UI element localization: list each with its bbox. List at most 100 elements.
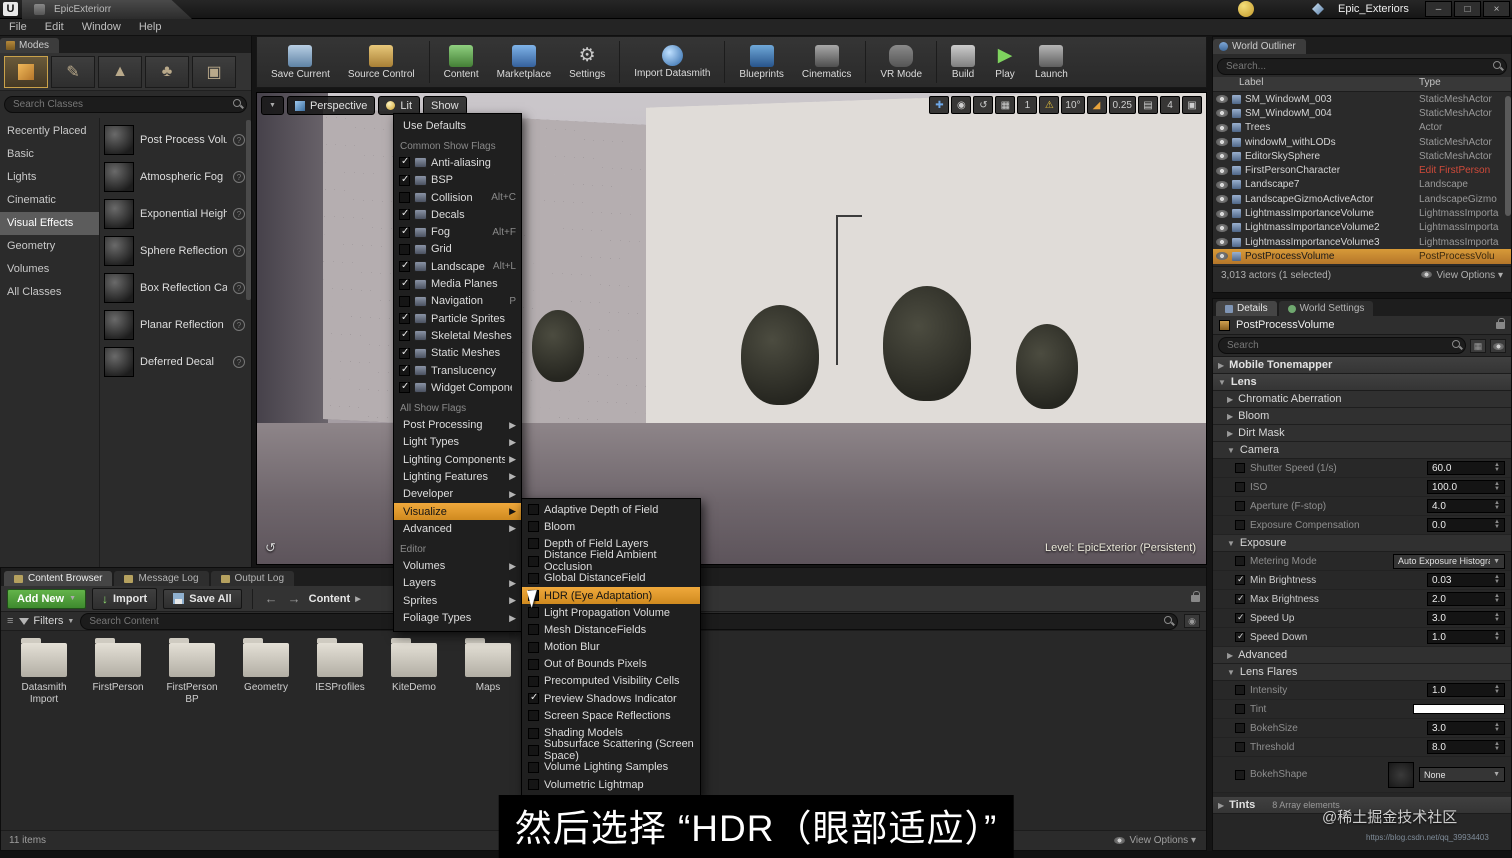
checkbox[interactable] [399,227,410,238]
show-flag-item[interactable]: Skeletal Meshes [394,327,521,344]
override-checkbox[interactable] [1235,575,1245,585]
visualize-flag-item[interactable]: Preview Shadows Indicator [522,690,700,707]
visualize-flag-item[interactable]: Motion Blur [522,639,700,656]
editor-flag-submenu[interactable]: Volumes ▶ [394,558,521,575]
maximize-restore-icon[interactable]: ▣ [1182,96,1202,114]
outliner-row[interactable]: SM_WindowM_003 StaticMeshActor [1213,92,1511,106]
visibility-eye-icon[interactable] [1216,138,1228,146]
show-flag-item[interactable]: Widget Components [394,379,521,396]
show-flag-item[interactable]: Decals [394,206,521,223]
subsection-exposure[interactable]: ▼Exposure [1213,535,1511,552]
override-checkbox[interactable] [1235,632,1245,642]
editor-flag-submenu[interactable]: Layers ▶ [394,575,521,592]
import-button[interactable]: ↓Import [92,588,157,610]
show-flag-submenu[interactable]: Lighting Components ▶ [394,451,521,468]
details-search-input[interactable] [1218,337,1466,354]
checkbox[interactable] [528,710,539,721]
category-item[interactable]: Geometry [0,235,99,258]
outliner-row[interactable]: LightmassImportanceVolume LightmassImpor… [1213,206,1511,220]
grid-snap-value[interactable]: 1 [1017,96,1037,114]
menu-item[interactable]: Edit [36,21,73,33]
show-flag-item[interactable]: Grid [394,241,521,258]
maximize-button[interactable]: □ [1454,1,1481,17]
number-input[interactable]: 8.0▲▼ [1427,740,1505,754]
visibility-eye-icon[interactable] [1216,152,1228,160]
tint-color-swatch[interactable] [1413,704,1505,714]
category-item[interactable]: Volumes [0,258,99,281]
checkbox[interactable] [528,762,539,773]
override-checkbox[interactable] [1235,770,1245,780]
lock-icon[interactable] [1496,322,1505,329]
bottom-panel-tab[interactable]: Content Browser [4,571,112,586]
minimize-button[interactable]: – [1425,1,1452,17]
show-flag-item[interactable]: Static Meshes [394,345,521,362]
override-checkbox[interactable] [1235,723,1245,733]
visualize-flag-item[interactable]: Distance Field Ambient Occlusion [522,553,700,570]
checkbox[interactable] [399,279,410,290]
number-input[interactable]: 3.0▲▼ [1427,611,1505,625]
checkbox[interactable] [399,192,410,203]
show-flag-submenu[interactable]: Post Processing ▶ [394,416,521,433]
placeable-item[interactable]: Exponential Height F ? [104,195,247,232]
subsection-bloom[interactable]: ▶Bloom [1213,408,1511,425]
show-flag-item[interactable]: Translucency [394,362,521,379]
realtime-refresh-icon[interactable]: ↺ [265,540,276,556]
checkbox[interactable] [399,209,410,220]
build-button[interactable]: Build [943,42,983,83]
show-flag-item[interactable]: Media Planes [394,275,521,292]
tab-world-outliner[interactable]: World Outliner [1213,39,1306,54]
category-item[interactable]: Visual Effects [0,212,99,235]
scale-snap-icon[interactable]: ◢ [1087,96,1107,114]
filters-button[interactable]: Filters▼ [19,615,74,627]
scale-snap-value[interactable]: 0.25 [1109,96,1136,114]
subsection-lens-flares[interactable]: ▼Lens Flares [1213,664,1511,681]
checkbox[interactable] [399,261,410,272]
outliner-row[interactable]: windowM_withLODs StaticMeshActor [1213,135,1511,149]
checkbox[interactable] [399,365,410,376]
checkbox[interactable] [528,745,539,756]
override-checkbox[interactable] [1235,463,1245,473]
checkbox[interactable] [528,693,539,704]
save-current-button[interactable]: Save Current [263,42,338,83]
modes-scrollbar[interactable] [246,120,251,300]
outliner-scrollbar[interactable] [1505,96,1511,216]
checkbox[interactable] [528,504,539,515]
number-input[interactable]: 3.0▲▼ [1427,721,1505,735]
editor-flag-submenu[interactable]: Foliage Types ▶ [394,609,521,626]
menu-item[interactable]: Window [73,21,130,33]
paint-mode-button[interactable]: ✎ [51,56,95,88]
display-filter-icon[interactable] [1490,339,1506,353]
checkbox[interactable] [399,348,410,359]
menu-item[interactable]: Help [130,21,171,33]
perspective-button[interactable]: Perspective [287,96,375,115]
visualize-flag-item[interactable]: Mesh DistanceFields [522,621,700,638]
viewport-options-button[interactable]: ▼ [261,96,284,115]
folder-item[interactable]: Datasmith Import [15,643,73,706]
visualize-flag-item[interactable]: HDR (Eye Adaptation) [522,587,700,604]
checkbox[interactable] [528,642,539,653]
override-checkbox[interactable] [1235,613,1245,623]
visibility-eye-icon[interactable] [1216,210,1228,218]
category-item[interactable]: All Classes [0,281,99,304]
select-translate-icon[interactable]: ◉ [951,96,971,114]
column-label[interactable]: Label [1213,77,1419,91]
section-lens[interactable]: ▼Lens [1213,374,1511,391]
checkbox[interactable] [399,313,410,324]
show-flag-item[interactable]: Landscape Alt+L [394,258,521,275]
checkbox[interactable] [528,676,539,687]
number-input[interactable]: 2.0▲▼ [1427,592,1505,606]
import-datasmith-button[interactable]: Import Datasmith [626,42,718,82]
outliner-view-options-button[interactable]: View Options ▾ [1421,270,1503,281]
rotate-mode-icon[interactable]: ↺ [973,96,993,114]
checkbox[interactable] [399,175,410,186]
show-flag-submenu[interactable]: Lighting Features ▶ [394,468,521,485]
number-input[interactable]: 0.03▲▼ [1427,573,1505,587]
visualize-flag-item[interactable]: Precomputed Visibility Cells [522,673,700,690]
checkbox[interactable] [528,556,539,567]
section-mobile-tonemapper[interactable]: ▶Mobile Tonemapper [1213,357,1511,374]
add-new-button[interactable]: Add New▼ [7,589,86,609]
folder-item[interactable]: IESProfiles [311,643,369,706]
visualize-flag-item[interactable]: Subsurface Scattering (Screen Space) [522,742,700,759]
visualize-flag-item[interactable]: Volumetric Lightmap [522,776,700,793]
checkbox[interactable] [399,157,410,168]
